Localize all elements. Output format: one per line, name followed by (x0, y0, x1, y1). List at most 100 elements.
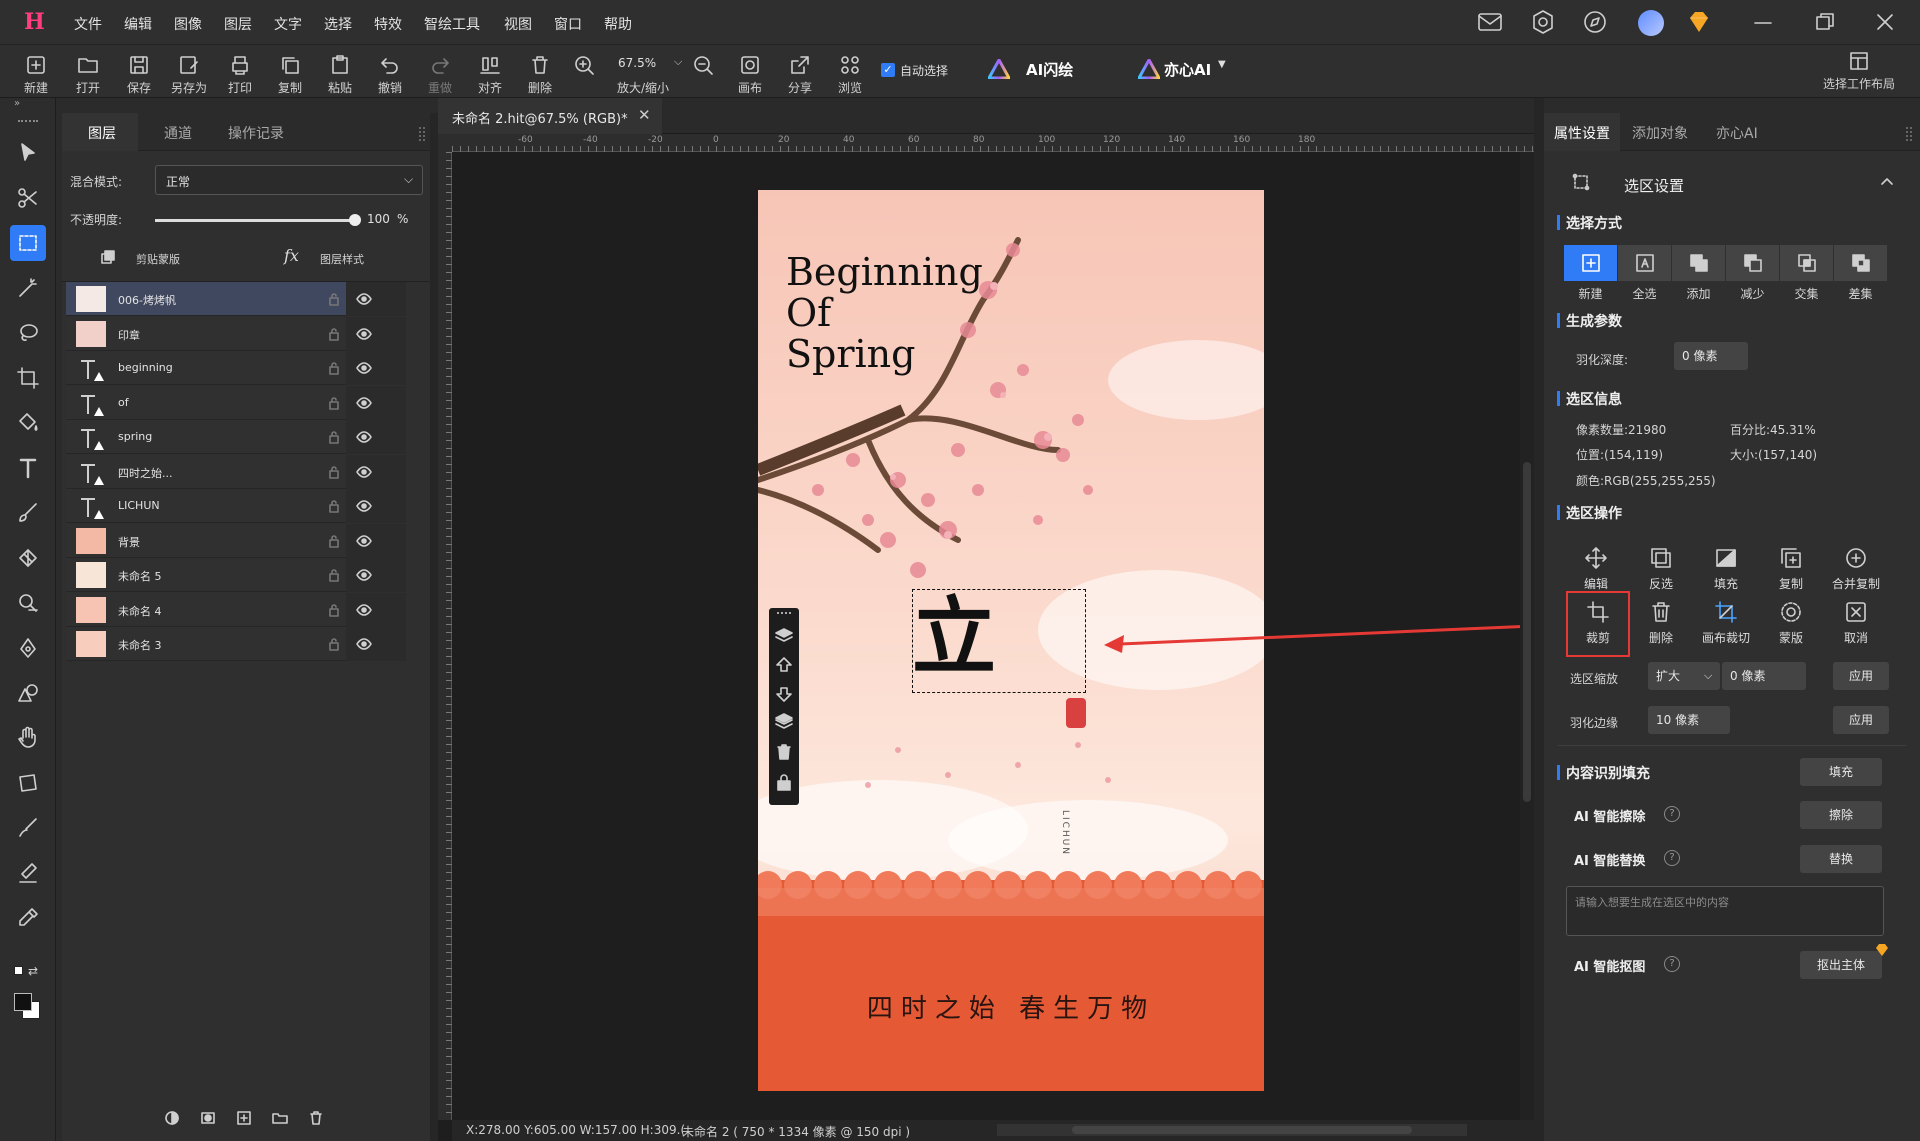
expand-icon[interactable]: » (14, 98, 20, 109)
yixin-dropdown-icon[interactable]: ▼ (1218, 59, 1226, 70)
transform-tool[interactable] (10, 765, 46, 801)
menu-help[interactable]: 帮助 (604, 14, 632, 34)
lock-icon[interactable] (774, 772, 794, 792)
redo-button[interactable]: 重做 (418, 48, 462, 98)
zoom-out-button[interactable] (692, 54, 714, 76)
crop-tool[interactable] (10, 360, 46, 396)
brush-tool[interactable] (10, 495, 46, 531)
adjustment-layer-icon[interactable] (164, 1110, 180, 1126)
select-mode-add[interactable] (1672, 245, 1725, 281)
scale-apply-button[interactable]: 应用 (1833, 662, 1889, 690)
close-tab-icon[interactable]: ✕ (638, 106, 651, 124)
menu-layer[interactable]: 图层 (224, 14, 252, 34)
layer-lock-icon[interactable] (326, 291, 342, 307)
visibility-eye-icon[interactable] (356, 326, 372, 342)
fill-tool[interactable] (10, 405, 46, 441)
opacity-slider-track[interactable] (155, 219, 355, 222)
feather-edge-input[interactable]: 10 像素 (1648, 706, 1730, 734)
browse-button[interactable]: 浏览 (828, 48, 872, 98)
layer-row[interactable]: 背景 (66, 523, 406, 558)
new-layer-icon[interactable] (236, 1110, 252, 1126)
undo-button[interactable]: 撤销 (368, 48, 412, 98)
drag-handle[interactable] (18, 120, 38, 123)
tab-add-object[interactable]: 添加对象 (1632, 123, 1688, 143)
op-delete[interactable]: 删除 (1631, 599, 1691, 646)
bring-to-front-icon[interactable] (774, 626, 794, 646)
eraser-tool[interactable] (10, 540, 46, 576)
selection-marquee[interactable] (912, 589, 1086, 693)
right-panel-grip[interactable] (1906, 127, 1912, 141)
visibility-eye-icon[interactable] (356, 636, 372, 652)
ai-erase-help-icon[interactable]: ? (1664, 806, 1680, 822)
cut-tool[interactable] (10, 180, 46, 216)
mail-icon[interactable] (1477, 11, 1503, 33)
visibility-eye-icon[interactable] (356, 360, 372, 376)
layer-row[interactable]: LICHUN (66, 489, 406, 523)
pen-tool[interactable] (10, 630, 46, 666)
ai-flash-button[interactable]: AI闪绘 (1026, 59, 1073, 80)
auto-select-checkbox[interactable]: ✓ (881, 63, 895, 77)
close-icon[interactable] (1874, 11, 1896, 33)
floating-delete-icon[interactable] (774, 742, 794, 762)
share-button[interactable]: 分享 (778, 48, 822, 98)
text-tool[interactable] (10, 450, 46, 486)
add-mask-icon[interactable] (200, 1110, 216, 1126)
layer-row[interactable]: 未命名 3 (66, 627, 406, 661)
vertical-scroll-thumb[interactable] (1523, 462, 1531, 802)
floating-grip[interactable] (777, 612, 791, 616)
clone-tool[interactable] (10, 585, 46, 621)
layer-row[interactable]: 印章 (66, 316, 406, 351)
op-invert[interactable]: 反选 (1631, 545, 1691, 592)
tab-layers[interactable]: 图层 (88, 123, 116, 143)
move-up-icon[interactable] (774, 655, 794, 675)
new-group-folder-icon[interactable] (272, 1110, 288, 1126)
collapse-chevron-icon[interactable] (1880, 175, 1894, 189)
layer-row[interactable]: beginning (66, 351, 406, 385)
ai-prompt-textarea[interactable]: 请输入想要生成在选区中的内容 (1566, 886, 1884, 936)
scale-value-input[interactable]: 0 像素 (1722, 662, 1806, 690)
visibility-eye-icon[interactable] (356, 464, 372, 480)
delete-layer-icon[interactable] (308, 1110, 324, 1126)
move-tool[interactable] (10, 135, 46, 171)
layer-row[interactable]: 四时之始... (66, 454, 406, 489)
compass-icon[interactable] (1582, 9, 1608, 35)
select-mode-difference[interactable] (1834, 245, 1887, 281)
menu-view[interactable]: 视图 (504, 14, 532, 34)
op-mask[interactable]: 蒙版 (1761, 599, 1821, 646)
menu-smart-tools[interactable]: 智绘工具 (424, 14, 480, 34)
layer-row[interactable]: 006-烤烤帆 (66, 282, 406, 316)
ai-replace-help-icon[interactable]: ? (1664, 850, 1680, 866)
save-button[interactable]: 保存 (117, 48, 161, 98)
menu-text[interactable]: 文字 (274, 14, 302, 34)
menu-window[interactable]: 窗口 (554, 14, 582, 34)
layer-lock-icon[interactable] (326, 533, 342, 549)
hand-tool[interactable] (10, 720, 46, 756)
layer-lock-icon[interactable] (326, 602, 342, 618)
op-fill[interactable]: 填充 (1696, 545, 1756, 592)
horizontal-scrollbar[interactable] (997, 1124, 1467, 1136)
horizontal-scroll-thumb[interactable] (1072, 1126, 1412, 1134)
menu-file[interactable]: 文件 (74, 14, 102, 34)
blend-mode-select[interactable]: 正常 ⌵ (155, 165, 423, 195)
select-mode-subtract[interactable] (1726, 245, 1779, 281)
layer-lock-icon[interactable] (326, 429, 342, 445)
vertical-scrollbar[interactable] (1520, 152, 1534, 1120)
menu-image[interactable]: 图像 (174, 14, 202, 34)
layer-row[interactable]: spring (66, 420, 406, 454)
panel-grip[interactable] (419, 127, 425, 141)
select-mode-all[interactable] (1618, 245, 1671, 281)
eyedropper-tool[interactable] (10, 900, 46, 936)
menu-effects[interactable]: 特效 (374, 14, 402, 34)
fx-icon[interactable]: fx (284, 246, 299, 265)
tab-history[interactable]: 操作记录 (228, 123, 284, 143)
workspace-layout-button[interactable]: 选择工作布局 (1820, 51, 1898, 92)
clip-mask-button[interactable]: 剪贴蒙版 (136, 251, 180, 267)
tab-channels[interactable]: 通道 (164, 123, 192, 143)
save-as-button[interactable]: 另存为 (167, 48, 211, 98)
color-swatches[interactable] (14, 993, 44, 1023)
feather-depth-input[interactable]: 0 像素 (1674, 342, 1748, 370)
op-edit[interactable]: 编辑 (1566, 545, 1626, 592)
swap-colors-icon[interactable]: ⇄ (14, 962, 40, 980)
opacity-value[interactable]: 100 (367, 212, 390, 226)
layer-lock-icon[interactable] (326, 498, 342, 514)
